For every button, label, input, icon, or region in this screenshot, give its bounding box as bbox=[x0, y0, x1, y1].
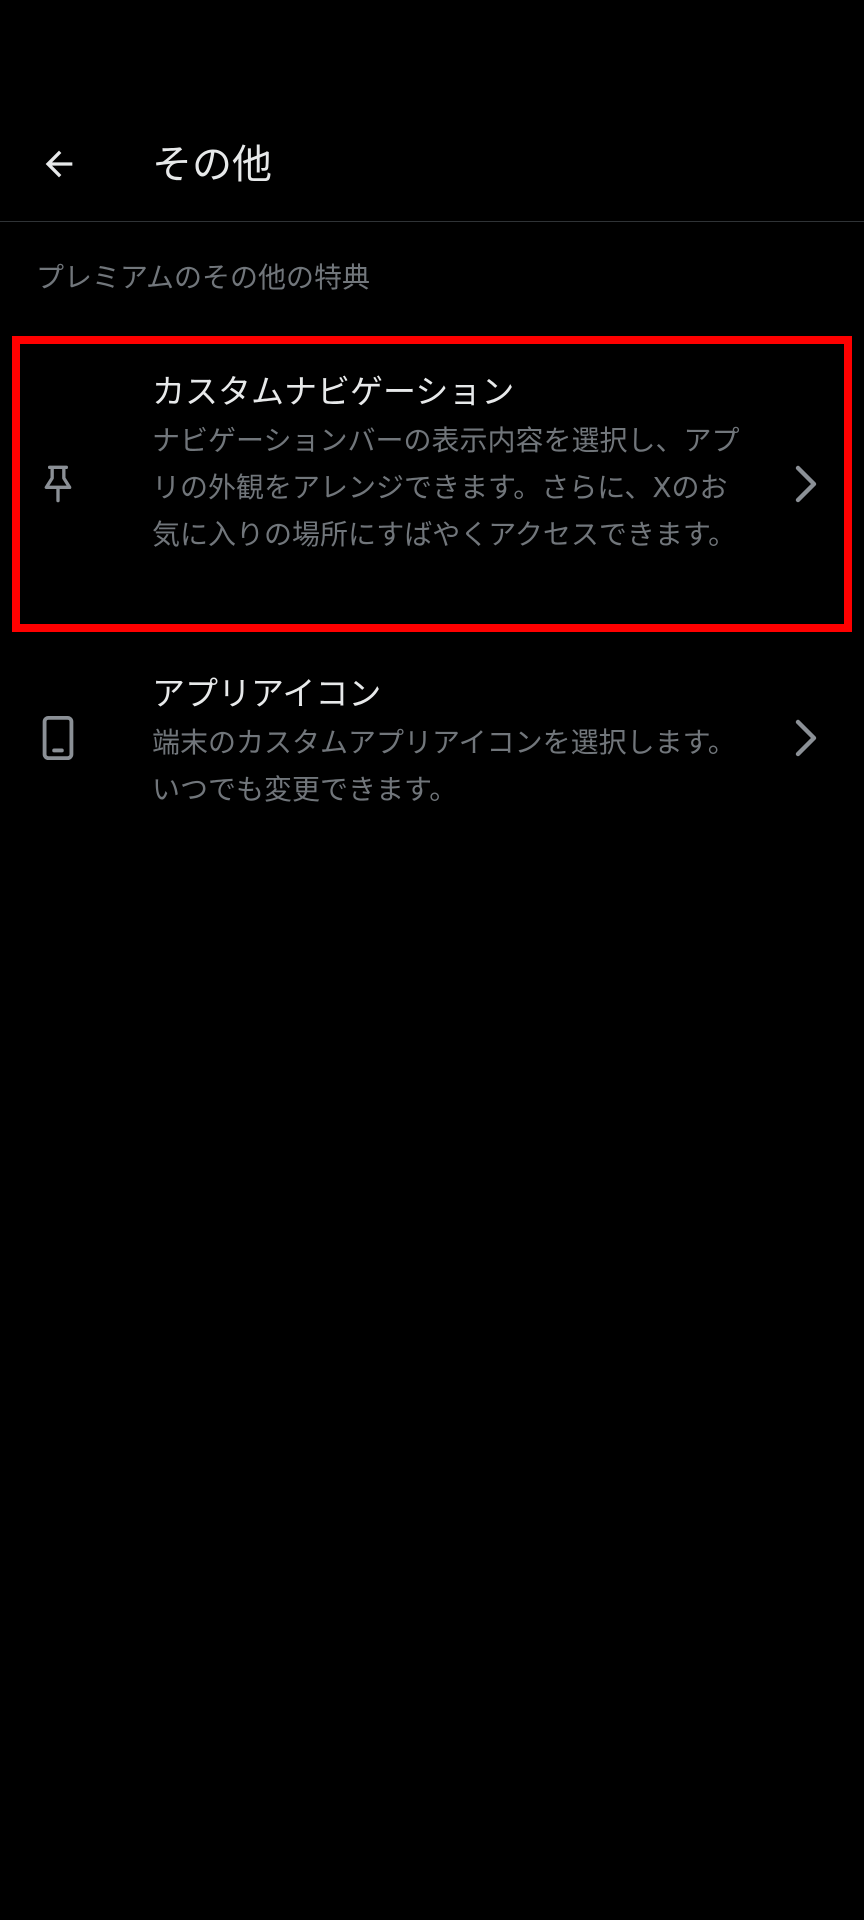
phone-icon bbox=[34, 714, 82, 762]
section-header: プレミアムのその他の特典 bbox=[36, 261, 371, 294]
list-item-app-icon[interactable]: アプリアイコン 端末のカスタムアプリアイコンを選択します。いつでも変更できます。 bbox=[0, 660, 864, 820]
page-title: その他 bbox=[152, 142, 272, 188]
chevron-right-icon bbox=[788, 714, 824, 762]
back-button[interactable] bbox=[30, 135, 88, 193]
item-title: アプリアイコン bbox=[152, 674, 382, 713]
list-item-custom-navigation[interactable]: カスタムナビゲーション ナビゲーションバーの表示内容を選択し、アプリの外観をアレ… bbox=[0, 338, 864, 628]
arrow-left-icon bbox=[45, 150, 73, 178]
item-description: 端末のカスタムアプリアイコンを選択します。いつでも変更できます。 bbox=[152, 726, 736, 806]
app-bar: その他 bbox=[0, 0, 864, 222]
item-description: ナビゲーションバーの表示内容を選択し、アプリの外観をアレンジできます。さらに、X… bbox=[152, 424, 740, 551]
pin-icon bbox=[34, 460, 82, 508]
item-title: カスタムナビゲーション bbox=[152, 372, 515, 411]
chevron-right-icon bbox=[788, 460, 824, 508]
